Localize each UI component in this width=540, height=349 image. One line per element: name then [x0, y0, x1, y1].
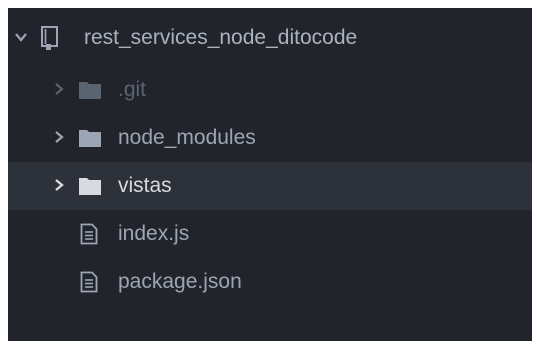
repo-icon — [41, 26, 58, 50]
folder-icon — [79, 178, 101, 195]
root-folder-label: rest_services_node_ditocode — [84, 26, 358, 49]
chevron-right-icon[interactable] — [52, 178, 66, 192]
tree-view: rest_services_node_ditocode .git node_mo… — [8, 8, 532, 341]
tree-item-git[interactable]: .git — [8, 66, 532, 114]
tree-item-label: vistas — [118, 174, 172, 197]
tree-item-package-json[interactable]: package.json — [8, 258, 532, 306]
folder-icon — [79, 82, 101, 99]
folder-icon — [79, 130, 101, 147]
file-text-icon — [80, 223, 98, 245]
chevron-down-icon[interactable] — [14, 30, 28, 44]
tree-item-label: .git — [118, 78, 147, 101]
tree-item-label: node_modules — [118, 126, 256, 149]
tree-root-row[interactable]: rest_services_node_ditocode — [8, 14, 532, 62]
tree-item-label: package.json — [118, 270, 242, 293]
tree-item-index-js[interactable]: index.js — [8, 210, 532, 258]
tree-item-node-modules[interactable]: node_modules — [8, 114, 532, 162]
tree-item-label: index.js — [118, 222, 190, 245]
file-text-icon — [80, 271, 98, 293]
chevron-right-icon[interactable] — [52, 130, 66, 144]
chevron-right-icon[interactable] — [52, 82, 66, 96]
tree-item-vistas[interactable]: vistas — [8, 162, 532, 210]
